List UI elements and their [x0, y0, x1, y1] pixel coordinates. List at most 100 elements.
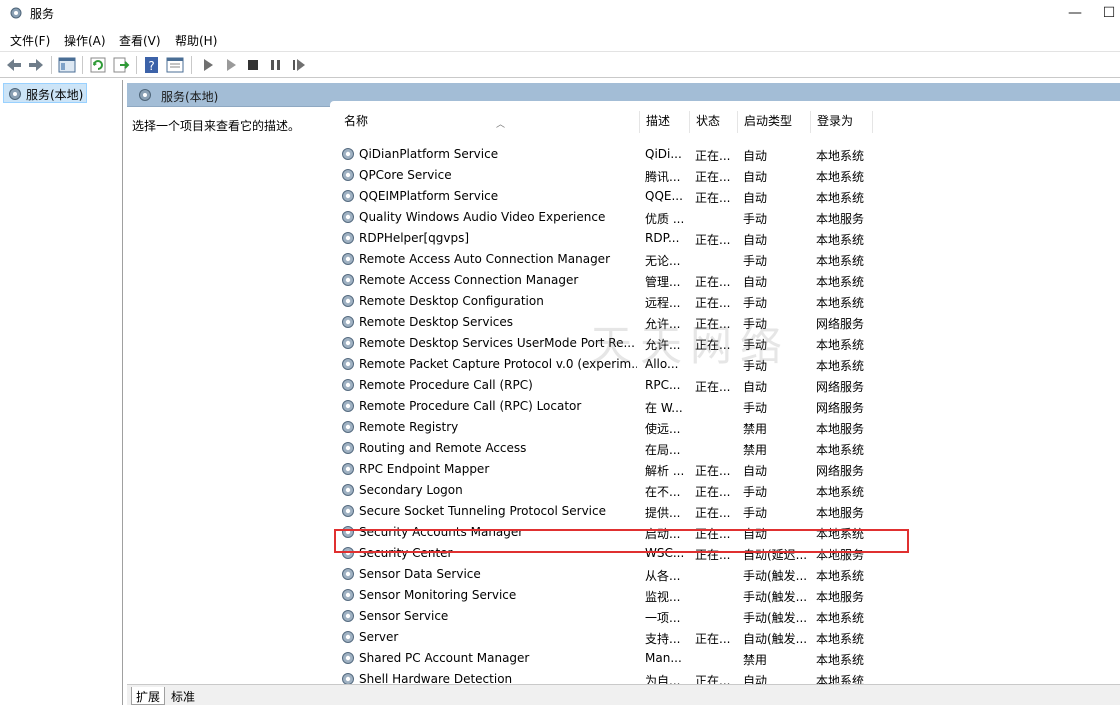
service-description: 优质 ...: [645, 212, 685, 226]
service-status: 正在...: [695, 338, 731, 352]
service-row[interactable]: Remote Registry 使远... 禁用 本地服务: [338, 417, 878, 438]
service-name: QQEIMPlatform Service: [359, 189, 499, 203]
service-row[interactable]: Remote Desktop Services UserMode Port Re…: [338, 333, 878, 354]
tab-extended[interactable]: 扩展: [131, 687, 166, 705]
menu-file[interactable]: 文件(F): [10, 32, 50, 49]
description-pane: 选择一个项目来查看它的描述。: [127, 107, 327, 682]
resume-service-icon[interactable]: [289, 55, 309, 75]
tab-standard[interactable]: 标准: [167, 687, 199, 705]
show-hide-console-tree-icon[interactable]: [57, 55, 77, 75]
export-list-icon[interactable]: [111, 55, 131, 75]
service-gear-icon: [342, 358, 354, 370]
column-header-status[interactable]: 状态: [690, 111, 738, 133]
service-log-on-as: 本地系统: [816, 254, 865, 268]
service-startup-type: 手动(触发...: [743, 569, 808, 583]
column-header-name[interactable]: 名称 ︿: [338, 111, 640, 133]
tree-item-label: 服务(本地): [26, 88, 84, 102]
service-row[interactable]: Quality Windows Audio Video Experience 优质…: [338, 207, 878, 228]
service-row[interactable]: Shared PC Account Manager Man... 禁用 本地系统: [338, 648, 878, 669]
service-gear-icon: [342, 211, 354, 223]
service-description: 远程...: [645, 296, 681, 310]
column-label: 状态: [696, 114, 721, 128]
service-row[interactable]: Remote Desktop Configuration 远程... 正在... 手动…: [338, 291, 878, 312]
service-status: 正在...: [695, 485, 731, 499]
service-startup-type: 自动: [743, 527, 768, 541]
service-row[interactable]: Remote Desktop Services 允许... 正在... 手动 网络服务: [338, 312, 878, 333]
service-row[interactable]: Security Accounts Manager 启动... 正在... 自动 本地系…: [338, 522, 878, 543]
service-log-on-as: 本地系统: [816, 653, 865, 667]
service-description: 管理...: [645, 275, 681, 289]
service-startup-type: 自动: [743, 275, 768, 289]
window-title: 服务: [30, 7, 55, 21]
refresh-icon[interactable]: [88, 55, 108, 75]
service-status: 正在...: [695, 275, 731, 289]
service-status: 正在...: [695, 191, 731, 205]
service-log-on-as: 网络服务: [816, 317, 865, 331]
menu-action[interactable]: 操作(A): [64, 32, 106, 49]
minimize-button[interactable]: —: [1052, 0, 1098, 28]
properties-icon[interactable]: [165, 55, 185, 75]
service-gear-icon: [342, 400, 354, 412]
service-row[interactable]: QiDianPlatform Service QiDi... 正在... 自动 本地系统: [338, 144, 878, 165]
column-label: 启动类型: [744, 114, 793, 128]
forward-arrow-icon[interactable]: [26, 55, 46, 75]
service-name: Server: [359, 630, 399, 644]
service-row[interactable]: QQEIMPlatform Service QQE... 正在... 自动 本地系统: [338, 186, 878, 207]
service-status: 正在...: [695, 380, 731, 394]
service-row[interactable]: Remote Packet Capture Protocol v.0 (expe…: [338, 354, 878, 375]
service-startup-type: 手动: [743, 212, 768, 226]
service-description: 监视...: [645, 590, 681, 604]
stop-service-icon[interactable]: [243, 55, 263, 75]
service-gear-icon: [342, 232, 354, 244]
tree-item-services-local[interactable]: 服务(本地): [3, 83, 88, 103]
service-status: 正在...: [695, 527, 731, 541]
menu-view[interactable]: 查看(V): [119, 32, 161, 49]
start-service-icon[interactable]: [198, 55, 218, 75]
column-header-description[interactable]: 描述: [640, 111, 690, 133]
service-row[interactable]: RDPHelper[qgvps] RDP... 正在... 自动 本地系统: [338, 228, 878, 249]
service-row[interactable]: RPC Endpoint Mapper 解析 ... 正在... 自动 网络服务: [338, 459, 878, 480]
service-gear-icon: [342, 190, 354, 202]
service-row[interactable]: Server 支持... 正在... 自动(触发... 本地系统: [338, 627, 878, 648]
service-name: Sensor Monitoring Service: [359, 588, 517, 602]
pause-service-icon[interactable]: [266, 55, 286, 75]
service-row[interactable]: Secure Socket Tunneling Protocol Service…: [338, 501, 878, 522]
start-service-alt-icon[interactable]: [221, 55, 241, 75]
maximize-button[interactable]: ☐: [1098, 0, 1120, 28]
service-row[interactable]: Remote Access Connection Manager 管理... 正在.…: [338, 270, 878, 291]
service-gear-icon: [342, 253, 354, 265]
service-name: Remote Packet Capture Protocol v.0 (expe…: [359, 357, 637, 371]
service-row[interactable]: Remote Procedure Call (RPC) Locator 在 W..…: [338, 396, 878, 417]
service-gear-icon: [342, 379, 354, 391]
service-row[interactable]: Secondary Logon 在不... 正在... 手动 本地系统: [338, 480, 878, 501]
service-startup-type: 自动: [743, 149, 768, 163]
service-row[interactable]: Routing and Remote Access 在局... 禁用 本地系统: [338, 438, 878, 459]
service-row[interactable]: Security Center WSC... 正在... 自动(延迟... 本地服务: [338, 543, 878, 564]
menu-help[interactable]: 帮助(H): [175, 32, 217, 49]
service-name: Remote Registry: [359, 420, 459, 434]
service-startup-type: 自动(延迟...: [743, 548, 808, 562]
service-description: 在 W...: [645, 401, 683, 415]
service-name: Sensor Data Service: [359, 567, 481, 581]
column-header-startup-type[interactable]: 启动类型: [738, 111, 811, 133]
service-row[interactable]: QPCore Service 腾讯... 正在... 自动 本地系统: [338, 165, 878, 186]
service-row[interactable]: Remote Access Auto Connection Manager 无论.…: [338, 249, 878, 270]
service-row[interactable]: Sensor Data Service 从各... 手动(触发... 本地系统: [338, 564, 878, 585]
service-status: 正在...: [695, 149, 731, 163]
help-icon[interactable]: ?: [142, 55, 162, 75]
service-name: Remote Desktop Services: [359, 315, 514, 329]
service-gear-icon: [342, 463, 354, 475]
service-row[interactable]: Sensor Monitoring Service 监视... 手动(触发... 本地…: [338, 585, 878, 606]
service-startup-type: 自动: [743, 380, 768, 394]
service-description: 使远...: [645, 422, 681, 436]
service-row[interactable]: Sensor Service 一项... 手动(触发... 本地系统: [338, 606, 878, 627]
service-log-on-as: 本地系统: [816, 632, 865, 646]
column-label: 描述: [646, 114, 671, 128]
service-startup-type: 自动: [743, 464, 768, 478]
column-header-log-on-as[interactable]: 登录为: [811, 111, 873, 133]
service-gear-icon: [342, 589, 354, 601]
service-row[interactable]: Remote Procedure Call (RPC) RPC... 正在... 自动…: [338, 375, 878, 396]
service-gear-icon: [342, 526, 354, 538]
back-arrow-icon[interactable]: [4, 55, 24, 75]
service-status: 正在...: [695, 632, 731, 646]
